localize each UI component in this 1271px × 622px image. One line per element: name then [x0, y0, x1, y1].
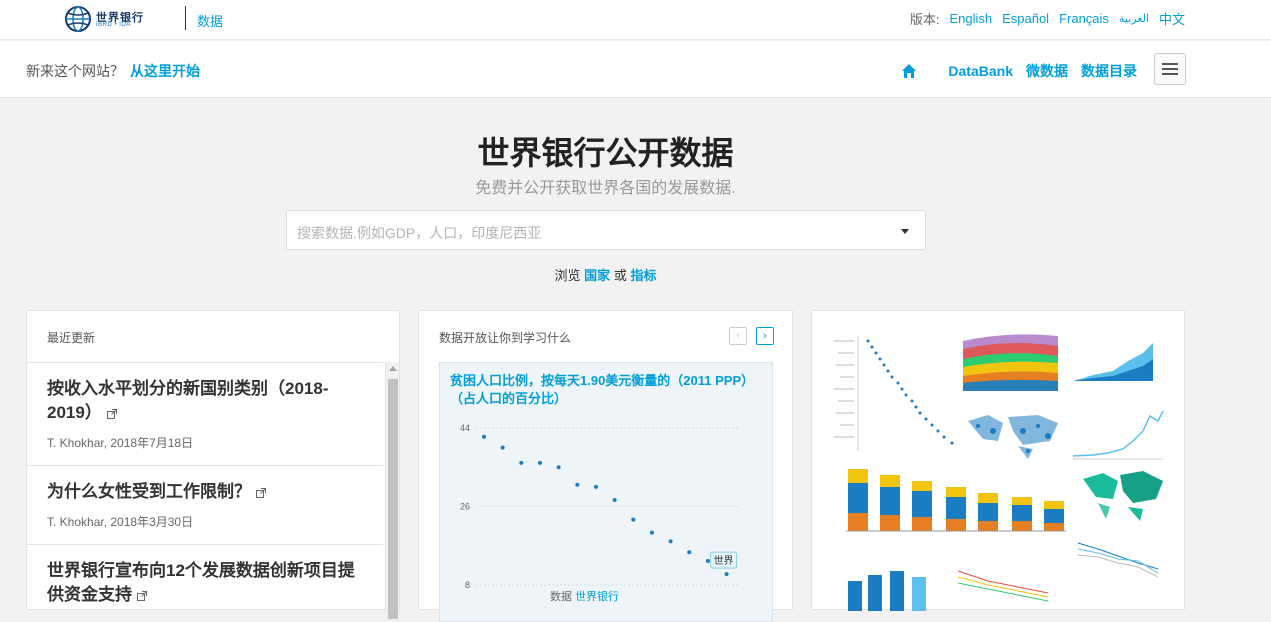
recent-updates-card: 最近更新 按收入水平划分的新国别类别（2018-2019） T. Khokhar…	[26, 310, 400, 619]
browse-label: 浏览	[554, 268, 581, 283]
page-title: 世界银行公开数据	[477, 134, 734, 172]
data-point[interactable]	[705, 559, 710, 564]
version-label: 版本:	[909, 12, 940, 27]
point-tooltip-label: 世界	[714, 555, 734, 567]
gallery-map-thumbnail	[963, 411, 1063, 459]
next-button[interactable]: ›	[756, 327, 774, 345]
news-list: 按收入水平划分的新国别类别（2018-2019） T. Khokhar, 201…	[27, 362, 383, 621]
news-item[interactable]: 为什么女性受到工作限制？ T. Khokhar, 2018年3月30日	[27, 465, 383, 544]
chart-title: 贫困人口比例，按每天1.90美元衡量的（2011 PPP）（占人口的百分比）	[450, 373, 755, 406]
browse-links: 浏览 国家 或 指标	[0, 265, 1211, 284]
chart-gallery-card[interactable]	[811, 310, 1185, 611]
data-point[interactable]	[482, 434, 486, 439]
news-title[interactable]: 按收入水平划分的新国别类别（2018-2019）	[47, 379, 328, 422]
data-point[interactable]	[649, 530, 654, 535]
news-item[interactable]: 按收入水平划分的新国别类别（2018-2019） T. Khokhar, 201…	[27, 362, 383, 465]
news-meta: T. Khokhar, 2018年3月30日	[47, 515, 194, 529]
news-scrollbar[interactable]	[385, 362, 399, 619]
search-placeholder: 搜索数据.例如GDP，人口，印度尼西亚	[297, 225, 542, 241]
data-point[interactable]	[556, 465, 561, 470]
scrollbar-thumb[interactable]	[388, 379, 398, 619]
gallery-line-thumbnail	[1072, 410, 1164, 460]
lang-chinese[interactable]: 中文	[1159, 9, 1185, 28]
data-point[interactable]	[631, 517, 636, 522]
start-here-link[interactable]: 从这里开始	[130, 63, 200, 79]
point-tooltip: 世界	[710, 551, 738, 569]
dropdown-caret-icon[interactable]	[901, 229, 909, 234]
language-switcher: 版本: English Español Français العربية 中文	[910, 9, 1185, 28]
y-tick-label: 26	[460, 502, 470, 512]
nav-databank[interactable]: DataBank	[948, 63, 1013, 79]
gallery-stacked-bar-thumbnail	[846, 469, 1066, 532]
hamburger-icon-bar	[1162, 63, 1178, 65]
browse-indicators-link[interactable]: 指标	[630, 268, 656, 283]
nav-data-catalog[interactable]: 数据目录	[1081, 61, 1137, 81]
data-point[interactable]	[537, 460, 542, 465]
gallery-choropleth-thumbnail	[1083, 471, 1163, 521]
what-you-can-learn-card: 数据开放让你到学习什么 ‹ › 贫困人口比例，按每天1.90美元衡量的（2011…	[418, 310, 793, 622]
data-point[interactable]	[500, 445, 505, 450]
data-point[interactable]	[519, 460, 524, 465]
top-bar: 世界银行 IBRD • IDA 数据 版本: English Español F…	[0, 0, 1271, 40]
page-subtitle: 免费并公开获取世界各国的发展数据.	[475, 180, 736, 197]
main-nav: DataBank 微数据 数据目录	[901, 61, 1137, 81]
globe-icon	[65, 6, 91, 32]
new-visitor-prompt: 新来这个网站？ 从这里开始	[26, 61, 200, 81]
learn-heading: 数据开放让你到学习什么	[439, 331, 572, 345]
lang-francais[interactable]: Français	[1059, 11, 1109, 26]
gallery-bar-thumbnail	[848, 571, 926, 611]
gallery-dotplot-thumbnail	[834, 336, 954, 451]
y-tick-label: 44	[460, 423, 470, 433]
previous-button[interactable]: ‹	[729, 327, 747, 345]
sub-navigation: 新来这个网站？ 从这里开始 DataBank 微数据 数据目录	[0, 41, 1271, 98]
hamburger-icon-bar	[1162, 68, 1178, 70]
browse-or: 或	[613, 268, 627, 283]
news-title[interactable]: 世界银行宣布向12个发展数据创新项目提供资金支持	[47, 561, 355, 604]
lang-english[interactable]: English	[949, 11, 992, 26]
poverty-chart[interactable]: 贫困人口比例，按每天1.90美元衡量的（2011 PPP）（占人口的百分比） 4…	[439, 362, 773, 622]
logo-divider	[185, 6, 186, 30]
data-point[interactable]	[575, 482, 580, 487]
browse-countries-link[interactable]: 国家	[584, 268, 610, 283]
gallery-trend-thumbnail	[957, 570, 1049, 602]
lang-espanol[interactable]: Español	[1002, 11, 1049, 26]
scroll-up-arrow-icon[interactable]	[389, 366, 397, 371]
external-link-icon	[256, 488, 266, 498]
new-visitor-text: 新来这个网站？	[26, 63, 124, 79]
hamburger-icon-bar	[1162, 73, 1178, 75]
chart-source: 数据 世界银行	[550, 588, 619, 604]
news-meta: T. Khokhar, 2018年7月18日	[47, 436, 194, 450]
gallery-multiline-thumbnail	[1077, 542, 1159, 578]
news-title[interactable]: 为什么女性受到工作限制？	[47, 482, 251, 501]
lang-arabic[interactable]: العربية	[1119, 12, 1149, 25]
recent-updates-heading: 最近更新	[47, 331, 96, 345]
external-link-icon	[106, 409, 117, 419]
data-point[interactable]	[612, 497, 617, 502]
home-icon[interactable]	[901, 63, 917, 79]
gallery-area-thumbnail	[1073, 343, 1153, 381]
logo-subtitle: IBRD • IDA	[96, 22, 131, 28]
chart-gallery-image	[834, 334, 1164, 611]
data-point[interactable]	[687, 550, 692, 555]
gallery-stacked-area-thumbnail	[963, 334, 1058, 391]
data-point[interactable]	[724, 572, 729, 577]
world-bank-logo[interactable]: 世界银行 IBRD • IDA	[64, 5, 174, 33]
chart-plot: 44 26 8 世界	[460, 423, 740, 590]
data-point[interactable]	[668, 539, 673, 544]
hamburger-menu-button[interactable]	[1154, 53, 1186, 85]
search-input[interactable]: 搜索数据.例如GDP，人口，印度尼西亚	[286, 210, 926, 250]
news-item[interactable]: 世界银行宣布向12个发展数据创新项目提供资金支持	[27, 544, 383, 621]
y-tick-label: 8	[465, 580, 470, 590]
nav-microdata[interactable]: 微数据	[1026, 61, 1068, 81]
data-point[interactable]	[593, 484, 598, 489]
site-name-link[interactable]: 数据	[197, 11, 223, 30]
